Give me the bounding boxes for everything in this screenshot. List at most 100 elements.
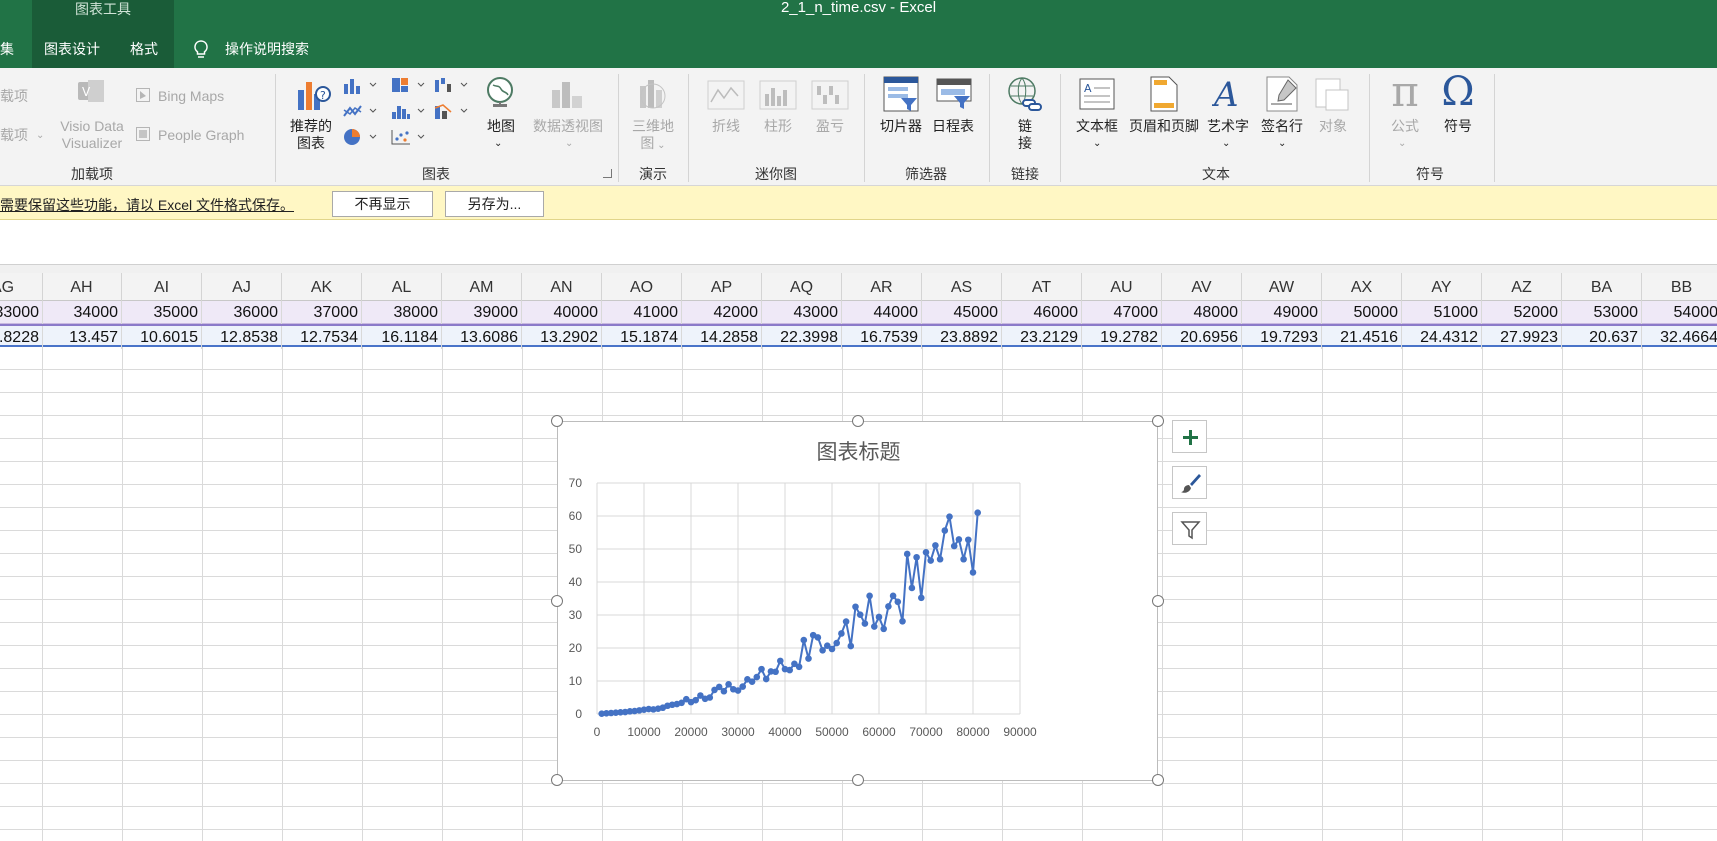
cell[interactable]: 46000: [1002, 301, 1082, 324]
bing-maps-button[interactable]: Bing Maps: [158, 88, 224, 105]
cell[interactable]: 22.3998: [762, 326, 842, 349]
tell-me-search[interactable]: 操作说明搜索: [225, 30, 345, 68]
cell[interactable]: 28.8228: [0, 326, 43, 349]
column-header-ay[interactable]: AY: [1402, 273, 1482, 301]
maps-button[interactable]: 地图: [481, 118, 521, 135]
cell[interactable]: 39000: [442, 301, 522, 324]
wordart-button[interactable]: 艺术字: [1204, 118, 1252, 135]
recommended-charts-button[interactable]: 推荐的 图表: [286, 118, 336, 152]
cell[interactable]: 16.7539: [842, 326, 922, 349]
tab-partial[interactable]: 集: [0, 30, 20, 68]
cell[interactable]: 48000: [1162, 301, 1242, 324]
cell[interactable]: 32.4664: [1642, 326, 1717, 349]
cell[interactable]: 52000: [1482, 301, 1562, 324]
cell[interactable]: 10.6015: [122, 326, 202, 349]
column-header-aw[interactable]: AW: [1242, 273, 1322, 301]
formula-bar[interactable]: [0, 221, 1717, 265]
resize-handle-right[interactable]: [1152, 595, 1164, 607]
tab-format[interactable]: 格式: [112, 30, 174, 68]
cell[interactable]: 20.637: [1562, 326, 1642, 349]
waterfall-chart-icon[interactable]: [433, 76, 469, 94]
cell[interactable]: 13.6086: [442, 326, 522, 349]
dont-show-again-button[interactable]: 不再显示: [332, 191, 433, 217]
symbol-button[interactable]: 符号: [1438, 118, 1478, 135]
link-button[interactable]: 链 接: [1007, 118, 1043, 152]
column-header-bb[interactable]: BB: [1642, 273, 1717, 301]
timeline-button[interactable]: 日程表: [928, 118, 978, 135]
equation-button[interactable]: 公式: [1385, 118, 1425, 135]
column-header-ai[interactable]: AI: [122, 273, 202, 301]
pie-chart-icon[interactable]: [342, 128, 378, 146]
statistic-chart-icon[interactable]: [390, 102, 426, 120]
save-as-button[interactable]: 另存为...: [445, 191, 544, 217]
signature-line-button[interactable]: 签名行: [1258, 118, 1306, 135]
column-header-ba[interactable]: BA: [1562, 273, 1642, 301]
column-header-al[interactable]: AL: [362, 273, 442, 301]
hierarchy-chart-icon[interactable]: [390, 76, 426, 94]
resize-handle-top-left[interactable]: [551, 415, 563, 427]
cell[interactable]: 54000: [1642, 301, 1717, 324]
cell[interactable]: 47000: [1082, 301, 1162, 324]
chart-area[interactable]: 图表标题 0 10000 20000 30000 40000 50000 60000 7000…: [557, 421, 1158, 781]
cell[interactable]: 53000: [1562, 301, 1642, 324]
object-button[interactable]: 对象: [1314, 118, 1352, 135]
cell[interactable]: 24.4312: [1402, 326, 1482, 349]
cell[interactable]: 23.2129: [1002, 326, 1082, 349]
column-header-ao[interactable]: AO: [602, 273, 682, 301]
chart-styles-button[interactable]: [1172, 466, 1207, 499]
column-header-aj[interactable]: AJ: [202, 273, 282, 301]
people-graph-button[interactable]: People Graph: [158, 127, 244, 144]
column-header-an[interactable]: AN: [522, 273, 602, 301]
cell[interactable]: 13.457: [42, 326, 122, 349]
cell[interactable]: 37000: [282, 301, 362, 324]
chevron-down-icon[interactable]: ⌄: [36, 127, 44, 144]
column-header-am[interactable]: AM: [442, 273, 522, 301]
cell[interactable]: 42000: [682, 301, 762, 324]
resize-handle-top-right[interactable]: [1152, 415, 1164, 427]
cell[interactable]: 44000: [842, 301, 922, 324]
cell[interactable]: 20.6956: [1162, 326, 1242, 349]
cell[interactable]: 38000: [362, 301, 442, 324]
cell[interactable]: 21.4516: [1322, 326, 1402, 349]
cell[interactable]: 51000: [1402, 301, 1482, 324]
sparkline-line-button[interactable]: 折线: [706, 118, 746, 135]
cell[interactable]: 23.8892: [922, 326, 1002, 349]
textbox-button[interactable]: 文本框: [1072, 118, 1122, 135]
column-header-as[interactable]: AS: [922, 273, 1002, 301]
addin-partial-2[interactable]: 载项: [0, 127, 28, 144]
resize-handle-top[interactable]: [852, 415, 864, 427]
plot-area[interactable]: 0 10000 20000 30000 40000 50000 60000 70000 8000…: [558, 422, 1159, 782]
sparkline-winloss-button[interactable]: 盈亏: [810, 118, 850, 135]
addin-partial-1[interactable]: 载项: [0, 88, 28, 105]
cell[interactable]: 19.7293: [1242, 326, 1322, 349]
chart-elements-button[interactable]: [1172, 420, 1207, 453]
resize-handle-left[interactable]: [551, 595, 563, 607]
cell[interactable]: 12.7534: [282, 326, 362, 349]
cell[interactable]: 34000: [42, 301, 122, 324]
slicer-button[interactable]: 切片器: [876, 118, 926, 135]
cell[interactable]: 40000: [522, 301, 602, 324]
column-header-at[interactable]: AT: [1002, 273, 1082, 301]
column-header-ar[interactable]: AR: [842, 273, 922, 301]
cell[interactable]: 19.2782: [1082, 326, 1162, 349]
cell[interactable]: 14.2858: [682, 326, 762, 349]
column-header-ap[interactable]: AP: [682, 273, 762, 301]
column-header-ah[interactable]: AH: [42, 273, 122, 301]
scatter-chart-icon[interactable]: [390, 128, 426, 146]
3d-map-button[interactable]: 三维地 图 ⌄: [627, 118, 679, 154]
cell[interactable]: 15.1874: [602, 326, 682, 349]
resize-handle-bottom-left[interactable]: [551, 774, 563, 786]
tab-chart-design[interactable]: 图表设计: [32, 30, 112, 68]
cell[interactable]: 16.1184: [362, 326, 442, 349]
column-header-aq[interactable]: AQ: [762, 273, 842, 301]
resize-handle-bottom[interactable]: [852, 774, 864, 786]
column-chart-icon[interactable]: [342, 76, 378, 94]
cell[interactable]: 50000: [1322, 301, 1402, 324]
cell[interactable]: 27.9923: [1482, 326, 1562, 349]
pivot-chart-button[interactable]: 数据透视图: [530, 118, 606, 135]
cell[interactable]: 13.2902: [522, 326, 602, 349]
cell[interactable]: 33000: [0, 301, 43, 324]
header-footer-button[interactable]: 页眉和页脚: [1124, 118, 1204, 135]
column-header-ag[interactable]: AG: [0, 273, 43, 301]
column-header-ax[interactable]: AX: [1322, 273, 1402, 301]
